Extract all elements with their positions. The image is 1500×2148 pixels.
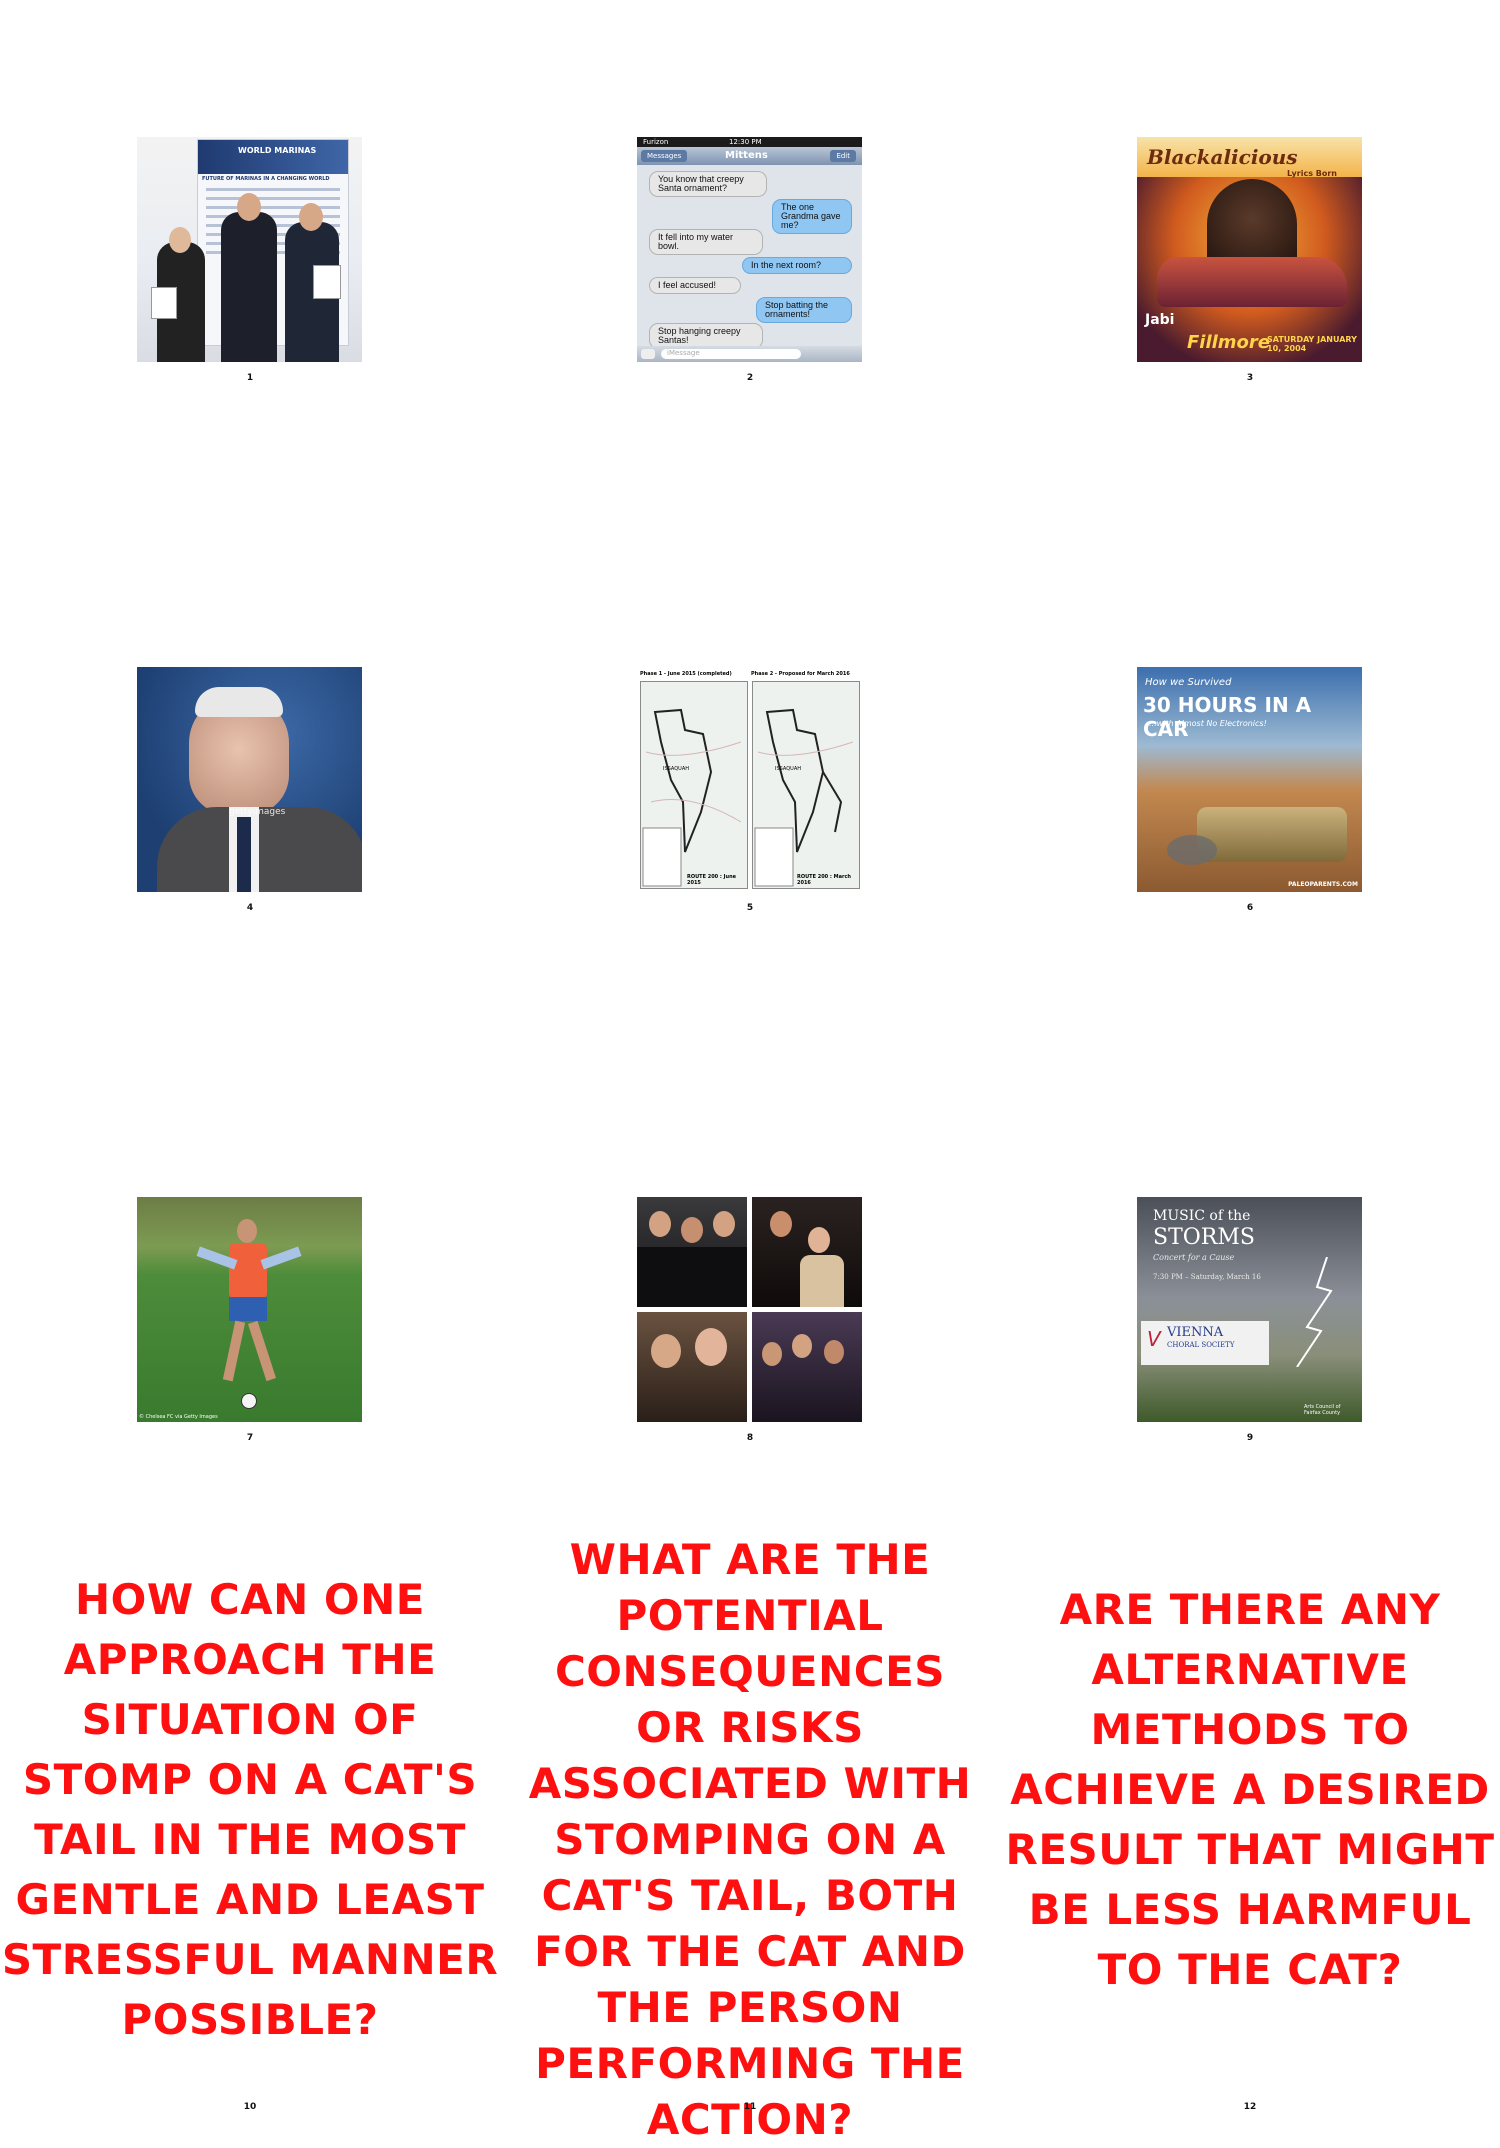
item-number: 4 <box>246 903 254 913</box>
poster-title: MUSIC of the STORMS <box>1153 1208 1255 1250</box>
contact-name: Mittens <box>725 150 768 161</box>
grid-cell-9: MUSIC of the STORMS Concert for a Cause 7… <box>1000 1060 1500 1590</box>
map-title-right: Phase 2 - Proposed for March 2016 <box>751 671 850 677</box>
item-number: 1 <box>246 373 254 383</box>
item-number: 11 <box>743 2102 757 2112</box>
item-number: 12 <box>1243 2102 1257 2112</box>
grid-cell-8: 8 <box>500 1060 1000 1590</box>
grid-cell-1: WORLD MARINAS FUTURE OF MARINAS IN A CHA… <box>0 0 500 530</box>
grid-cell-11: What are the potential consequences or r… <box>500 1535 1000 2144</box>
photo-thumbnail-5[interactable]: Phase 1 - June 2015 (completed) Phase 2 … <box>637 667 862 892</box>
credit: PALEOPARENTS.COM <box>1288 881 1358 888</box>
message-bubble: In the next room? <box>742 257 852 274</box>
grid-cell-3: Blackalicious Lyrics Born Jabi Fillmore … <box>1000 0 1500 530</box>
photo-thumbnail-7[interactable]: © Chelsea FC via Getty Images <box>137 1197 362 1422</box>
collage-photo-3 <box>637 1312 747 1422</box>
message-bubble: I feel accused! <box>649 277 741 294</box>
item-number: 5 <box>746 903 754 913</box>
route-map-left: ISSAQUAH ROUTE 200 : June 2015 <box>640 681 748 889</box>
photo-thumbnail-1[interactable]: WORLD MARINAS FUTURE OF MARINAS IN A CHA… <box>137 137 362 362</box>
photo-thumbnail-6[interactable]: How we Survived 30 HOURS IN A CAR ...wit… <box>1137 667 1362 892</box>
poster-line-1: How we Survived <box>1145 677 1232 688</box>
poster-subtitle: FUTURE OF MARINAS IN A CHANGING WORLD <box>202 176 330 182</box>
back-button: Messages <box>641 150 688 162</box>
poster-subtitle: Lyrics Born <box>1287 169 1337 178</box>
photo-thumbnail-4[interactable]: gettyimages <box>137 667 362 892</box>
grid-cell-12: Are there any alternative methods to ach… <box>1000 1585 1500 2120</box>
event-time: 7:30 PM – Saturday, March 16 <box>1153 1273 1261 1281</box>
item-number: 3 <box>1246 373 1254 383</box>
message-bubble: You know that creepy Santa ornament? <box>649 171 767 197</box>
photo-thumbnail-9[interactable]: MUSIC of the STORMS Concert for a Cause 7… <box>1137 1197 1362 1422</box>
message-bubble: The one Grandma gave me? <box>772 199 852 234</box>
camera-icon <box>641 349 655 359</box>
poster-line-2: 30 HOURS IN A CAR <box>1143 693 1312 741</box>
grid-cell-2: Furizon 12:30 PM Messages Mittens Edit Y… <box>500 0 1000 530</box>
collage-photo-4 <box>752 1312 862 1422</box>
photo-thumbnail-3[interactable]: Blackalicious Lyrics Born Jabi Fillmore … <box>1137 137 1362 362</box>
event-date: SATURDAY JANUARY 10, 2004 <box>1267 335 1357 353</box>
map-label: ISSAQUAH <box>775 766 802 772</box>
poster-line-3: ...with Almost No Electronics! <box>1149 719 1267 728</box>
nav-bar: Messages Mittens Edit <box>637 147 862 165</box>
message-bubble: Stop batting the ornaments! <box>756 297 852 323</box>
item-number: 2 <box>746 373 754 383</box>
venue-name: Fillmore <box>1187 332 1271 353</box>
message-input: iMessage <box>661 349 801 359</box>
poster-title: Blackalicious <box>1147 145 1298 169</box>
caption-text: How can one approach the situation of st… <box>1 1575 499 2044</box>
caption-text: Are there any alternative methods to ach… <box>1005 1585 1495 1994</box>
caption-text: What are the potential consequences or r… <box>528 1535 972 2144</box>
item-number: 6 <box>1246 903 1254 913</box>
map-title-left: Phase 1 - June 2015 (completed) <box>640 671 732 677</box>
grid-cell-4: gettyimages 4 <box>0 530 500 1060</box>
sponsor: Arts Council of Fairfax County <box>1304 1404 1341 1416</box>
message-bubble: It fell into my water bowl. <box>649 229 763 255</box>
photo-thumbnail-8[interactable] <box>637 1197 862 1422</box>
collage-photo-2 <box>752 1197 862 1307</box>
item-number: 9 <box>1246 1433 1254 1443</box>
map-footer-left: ROUTE 200 : June 2015 <box>687 874 737 886</box>
carrier-label: Furizon <box>643 138 669 146</box>
grid-cell-6: How we Survived 30 HOURS IN A CAR ...wit… <box>1000 530 1500 1060</box>
input-bar: iMessage <box>637 346 862 362</box>
photo-thumbnail-2[interactable]: Furizon 12:30 PM Messages Mittens Edit Y… <box>637 137 862 362</box>
poster-subtitle: Concert for a Cause <box>1153 1253 1235 1262</box>
item-number: 7 <box>246 1433 254 1443</box>
map-footer-right: ROUTE 200 : March 2016 <box>797 874 851 886</box>
organizer-box: VIENNA CHORAL SOCIETY V <box>1141 1321 1269 1365</box>
route-map-right: ISSAQUAH ROUTE 200 : March 2016 <box>752 681 860 889</box>
item-number: 10 <box>243 2102 257 2112</box>
person-2 <box>221 212 277 362</box>
organizer-sub: CHORAL SOCIETY <box>1167 1341 1235 1349</box>
map-label: ISSAQUAH <box>663 766 690 772</box>
status-bar: Furizon 12:30 PM <box>637 137 862 147</box>
watermark: gettyimages <box>229 807 286 817</box>
organizer-name: VIENNA <box>1167 1325 1224 1340</box>
grid-cell-7: © Chelsea FC via Getty Images 7 <box>0 1060 500 1590</box>
poster-name: Jabi <box>1145 312 1175 328</box>
grid-cell-5: Phase 1 - June 2015 (completed) Phase 2 … <box>500 530 1000 1060</box>
lightning-icon <box>1296 1257 1333 1367</box>
credit: © Chelsea FC via Getty Images <box>139 1414 218 1420</box>
item-number: 8 <box>746 1433 754 1443</box>
collage-photo-1 <box>637 1197 747 1307</box>
grid-cell-10: How can one approach the situation of st… <box>0 1575 500 2120</box>
poster-title: WORLD MARINAS <box>238 146 317 155</box>
time-label: 12:30 PM <box>729 138 762 146</box>
edit-button: Edit <box>830 150 856 162</box>
